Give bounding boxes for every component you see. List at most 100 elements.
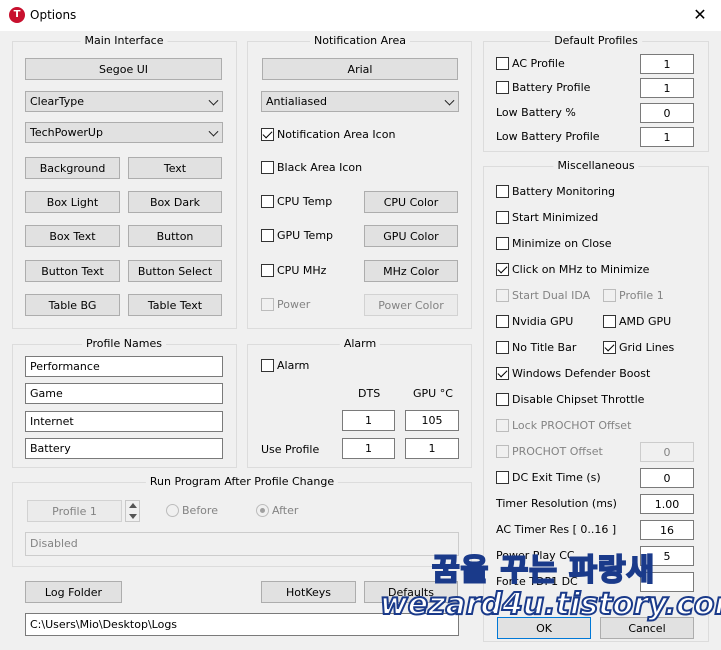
use-profile-label: Use Profile xyxy=(261,443,320,456)
notification-area-group xyxy=(247,41,472,329)
low-battery-profile-field[interactable]: 1 xyxy=(640,127,694,147)
start-minimized-checkbox[interactable] xyxy=(496,211,509,224)
windows-defender-boost-checkbox[interactable] xyxy=(496,367,509,380)
default-profiles-title: Default Profiles xyxy=(550,34,642,47)
profile-name-field[interactable]: Internet xyxy=(25,411,223,432)
gpu-color-button[interactable]: GPU Color xyxy=(364,225,458,247)
alarm-checkbox[interactable] xyxy=(261,359,274,372)
app-icon: T xyxy=(9,7,25,23)
notification-icon-checkbox[interactable] xyxy=(261,128,274,141)
box-light-button[interactable]: Box Light xyxy=(25,191,120,213)
run-profile-button[interactable]: Profile 1 xyxy=(27,500,122,522)
profile-name-field[interactable]: Performance xyxy=(25,356,223,377)
start-minimized-label: Start Minimized xyxy=(512,211,599,224)
button-select-button[interactable]: Button Select xyxy=(128,260,222,282)
notification-font-button[interactable]: Arial xyxy=(262,58,458,80)
nvidia-gpu-label: Nvidia GPU xyxy=(512,315,574,328)
watermark-title: 꿈을 꾸는 파랑새 xyxy=(431,552,656,589)
watermark-url: wezard4u.tistory.com xyxy=(379,586,721,623)
cpu-temp-label: CPU Temp xyxy=(277,195,333,208)
mhz-color-button[interactable]: MHz Color xyxy=(364,260,458,282)
click-mhz-minimize-label: Click on MHz to Minimize xyxy=(512,263,650,276)
dc-exit-time-checkbox[interactable] xyxy=(496,471,509,484)
main-render-combo[interactable]: ClearType xyxy=(25,91,223,112)
alarm-dts-field[interactable]: 1 xyxy=(342,410,395,431)
profile-name-field[interactable]: Game xyxy=(25,383,223,404)
close-icon[interactable]: ✕ xyxy=(686,4,714,26)
button-color-button[interactable]: Button xyxy=(128,225,222,247)
dc-exit-time-label: DC Exit Time (s) xyxy=(512,471,601,484)
notification-area-title: Notification Area xyxy=(310,34,410,47)
ac-timer-res-label: AC Timer Res [ 0..16 ] xyxy=(496,523,617,536)
minimize-on-close-checkbox[interactable] xyxy=(496,237,509,250)
disable-chipset-throttle-checkbox[interactable] xyxy=(496,393,509,406)
run-program-path-field[interactable]: Disabled xyxy=(25,532,459,556)
table-text-button[interactable]: Table Text xyxy=(128,294,222,316)
dc-exit-time-field[interactable]: 0 xyxy=(640,468,694,488)
use-profile-dts-field[interactable]: 1 xyxy=(342,438,395,459)
timer-resolution-field[interactable]: 1.00 xyxy=(640,494,694,514)
black-area-icon-checkbox[interactable] xyxy=(261,161,274,174)
power-color-button[interactable]: Power Color xyxy=(364,294,458,316)
title-bar xyxy=(0,0,721,31)
cpu-mhz-checkbox[interactable] xyxy=(261,264,274,277)
spin-up-icon[interactable] xyxy=(129,503,137,508)
click-mhz-minimize-checkbox[interactable] xyxy=(496,263,509,276)
chevron-down-icon xyxy=(208,95,219,106)
cpu-temp-checkbox[interactable] xyxy=(261,195,274,208)
run-profile-spinner[interactable] xyxy=(125,500,140,522)
battery-profile-field[interactable]: 1 xyxy=(640,78,694,98)
notification-render-combo[interactable]: Antialiased xyxy=(261,91,459,112)
profile-names-title: Profile Names xyxy=(82,337,166,350)
grid-lines-checkbox[interactable] xyxy=(603,341,616,354)
minimize-on-close-label: Minimize on Close xyxy=(512,237,612,250)
no-title-bar-checkbox[interactable] xyxy=(496,341,509,354)
low-battery-percent-label: Low Battery % xyxy=(496,106,576,119)
amd-gpu-label: AMD GPU xyxy=(619,315,672,328)
black-area-icon-label: Black Area Icon xyxy=(277,161,363,174)
battery-profile-checkbox[interactable] xyxy=(496,81,509,94)
start-dual-ida-checkbox[interactable] xyxy=(496,289,509,302)
ac-profile-field[interactable]: 1 xyxy=(640,54,694,74)
gpu-temp-checkbox[interactable] xyxy=(261,229,274,242)
low-battery-profile-label: Low Battery Profile xyxy=(496,130,600,143)
profile-1-checkbox[interactable] xyxy=(603,289,616,302)
log-folder-button[interactable]: Log Folder xyxy=(25,581,122,603)
spin-down-icon[interactable] xyxy=(129,514,137,519)
nvidia-gpu-checkbox[interactable] xyxy=(496,315,509,328)
use-profile-gpu-field[interactable]: 1 xyxy=(405,438,459,459)
table-bg-button[interactable]: Table BG xyxy=(25,294,120,316)
alarm-title: Alarm xyxy=(339,337,381,350)
hotkeys-button[interactable]: HotKeys xyxy=(261,581,356,603)
prochot-offset-checkbox[interactable] xyxy=(496,445,509,458)
battery-monitoring-checkbox[interactable] xyxy=(496,185,509,198)
timer-resolution-label: Timer Resolution (ms) xyxy=(496,497,617,510)
cpu-color-button[interactable]: CPU Color xyxy=(364,191,458,213)
main-skin-combo[interactable]: TechPowerUp xyxy=(25,122,223,143)
profile-name-field[interactable]: Battery xyxy=(25,438,223,459)
main-font-button[interactable]: Segoe UI xyxy=(25,58,222,80)
alarm-gpu-field[interactable]: 105 xyxy=(405,410,459,431)
power-checkbox[interactable] xyxy=(261,298,274,311)
ac-timer-res-field[interactable]: 16 xyxy=(640,520,694,540)
before-label: Before xyxy=(182,504,218,517)
power-label: Power xyxy=(277,298,311,311)
ac-profile-label: AC Profile xyxy=(512,57,565,70)
amd-gpu-checkbox[interactable] xyxy=(603,315,616,328)
ac-profile-checkbox[interactable] xyxy=(496,57,509,70)
button-text-button[interactable]: Button Text xyxy=(25,260,120,282)
box-dark-button[interactable]: Box Dark xyxy=(128,191,222,213)
background-color-button[interactable]: Background xyxy=(25,157,120,179)
box-text-button[interactable]: Box Text xyxy=(25,225,120,247)
before-radio[interactable] xyxy=(166,504,179,517)
no-title-bar-label: No Title Bar xyxy=(512,341,577,354)
grid-lines-label: Grid Lines xyxy=(619,341,675,354)
prochot-offset-field[interactable]: 0 xyxy=(640,442,694,462)
notification-render-value: Antialiased xyxy=(266,95,327,108)
text-color-button[interactable]: Text xyxy=(128,157,222,179)
after-radio[interactable] xyxy=(256,504,269,517)
chevron-down-icon xyxy=(208,126,219,137)
low-battery-percent-field[interactable]: 0 xyxy=(640,103,694,123)
battery-monitoring-label: Battery Monitoring xyxy=(512,185,616,198)
lock-prochot-checkbox[interactable] xyxy=(496,419,509,432)
